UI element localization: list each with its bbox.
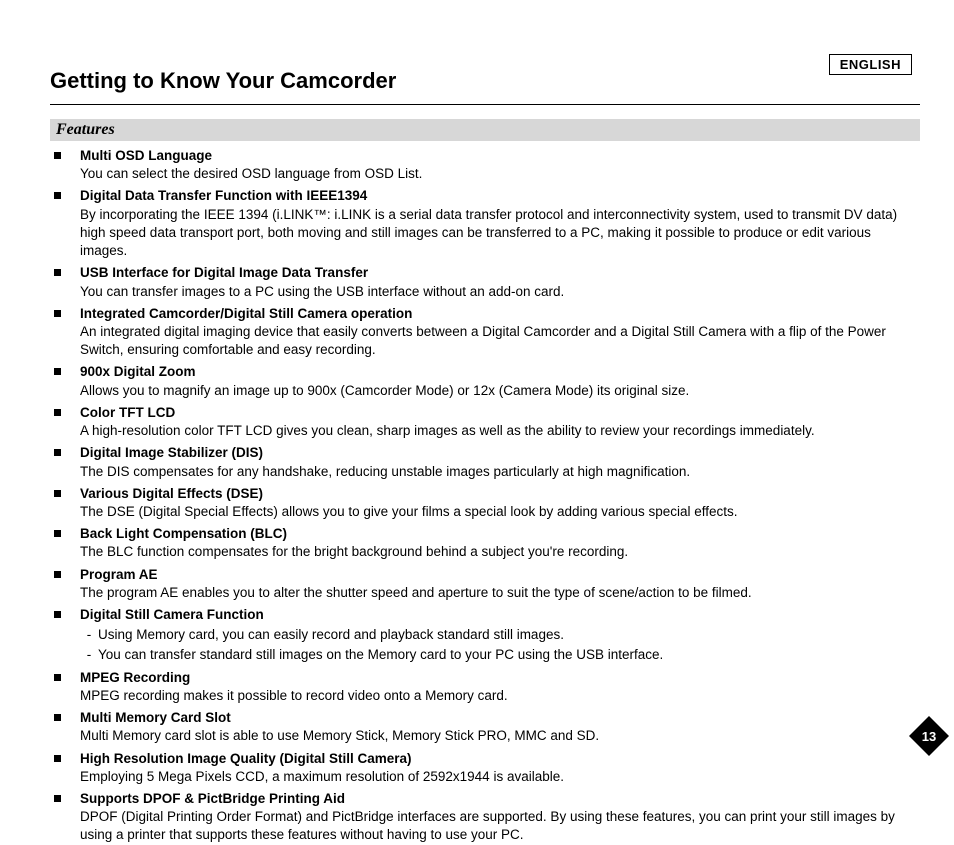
feature-item: Multi OSD LanguageYou can select the des… bbox=[50, 147, 920, 183]
feature-body: Allows you to magnify an image up to 900… bbox=[80, 383, 689, 398]
dash-icon: - bbox=[80, 626, 98, 644]
feature-item: Program AEThe program AE enables you to … bbox=[50, 566, 920, 602]
feature-body: An integrated digital imaging device tha… bbox=[80, 324, 886, 357]
page-number: 13 bbox=[922, 729, 936, 744]
feature-body: MPEG recording makes it possible to reco… bbox=[80, 688, 508, 703]
feature-body: Employing 5 Mega Pixels CCD, a maximum r… bbox=[80, 769, 564, 784]
feature-title: Back Light Compensation (BLC) bbox=[80, 525, 920, 543]
feature-item: Digital Still Camera Function -Using Memo… bbox=[50, 606, 920, 665]
feature-title: Digital Data Transfer Function with IEEE… bbox=[80, 187, 920, 205]
feature-body: DPOF (Digital Printing Order Format) and… bbox=[80, 809, 895, 842]
feature-title: Program AE bbox=[80, 566, 920, 584]
feature-item: 900x Digital Zoom Allows you to magnify a… bbox=[50, 363, 920, 399]
feature-body: Multi Memory card slot is able to use Me… bbox=[80, 728, 599, 743]
page-title: Getting to Know Your Camcorder bbox=[50, 68, 920, 104]
feature-item: Various Digital Effects (DSE)The DSE (Di… bbox=[50, 485, 920, 521]
feature-subitem: -You can transfer standard still images … bbox=[80, 646, 920, 664]
feature-title: Various Digital Effects (DSE) bbox=[80, 485, 920, 503]
feature-item: Multi Memory Card SlotMulti Memory card … bbox=[50, 709, 920, 745]
feature-item: Digital Image Stabilizer (DIS) The DIS co… bbox=[50, 444, 920, 480]
feature-item: MPEG RecordingMPEG recording makes it po… bbox=[50, 669, 920, 705]
features-list: Multi OSD LanguageYou can select the des… bbox=[50, 147, 920, 845]
feature-title: Color TFT LCD bbox=[80, 404, 920, 422]
feature-body: The DSE (Digital Special Effects) allows… bbox=[80, 504, 738, 519]
title-rule bbox=[50, 104, 920, 105]
feature-body: A high-resolution color TFT LCD gives yo… bbox=[80, 423, 815, 438]
feature-body: The DIS compensates for any handshake, r… bbox=[80, 464, 690, 479]
feature-title: MPEG Recording bbox=[80, 669, 920, 687]
feature-title: USB Interface for Digital Image Data Tra… bbox=[80, 264, 920, 282]
feature-title: Supports DPOF & PictBridge Printing Aid bbox=[80, 790, 920, 808]
feature-title: Integrated Camcorder/Digital Still Camer… bbox=[80, 305, 920, 323]
feature-subitem: -Using Memory card, you can easily recor… bbox=[80, 626, 920, 644]
feature-title: 900x Digital Zoom bbox=[80, 363, 920, 381]
dash-icon: - bbox=[80, 646, 98, 664]
feature-item: Back Light Compensation (BLC)The BLC fun… bbox=[50, 525, 920, 561]
feature-title: Multi Memory Card Slot bbox=[80, 709, 920, 727]
language-label: ENGLISH bbox=[829, 54, 912, 75]
feature-title: High Resolution Image Quality (Digital S… bbox=[80, 750, 920, 768]
feature-subitem-text: Using Memory card, you can easily record… bbox=[98, 626, 564, 644]
feature-title: Multi OSD Language bbox=[80, 147, 920, 165]
feature-body: By incorporating the IEEE 1394 (i.LINK™:… bbox=[80, 207, 897, 258]
feature-item: Integrated Camcorder/Digital Still Camer… bbox=[50, 305, 920, 360]
feature-item: High Resolution Image Quality (Digital S… bbox=[50, 750, 920, 786]
feature-title: Digital Image Stabilizer (DIS) bbox=[80, 444, 920, 462]
section-heading: Features bbox=[50, 119, 920, 141]
feature-body: The program AE enables you to alter the … bbox=[80, 585, 752, 600]
feature-item: Digital Data Transfer Function with IEEE… bbox=[50, 187, 920, 260]
feature-body: You can select the desired OSD language … bbox=[80, 166, 422, 181]
feature-item: USB Interface for Digital Image Data Tra… bbox=[50, 264, 920, 300]
feature-body: The BLC function compensates for the bri… bbox=[80, 544, 628, 559]
feature-body: You can transfer images to a PC using th… bbox=[80, 284, 564, 299]
feature-item: Supports DPOF & PictBridge Printing AidD… bbox=[50, 790, 920, 845]
feature-item: Color TFT LCDA high-resolution color TFT… bbox=[50, 404, 920, 440]
feature-subitem-text: You can transfer standard still images o… bbox=[98, 646, 663, 664]
page-number-badge: 13 bbox=[908, 715, 950, 757]
feature-title: Digital Still Camera Function bbox=[80, 606, 920, 624]
